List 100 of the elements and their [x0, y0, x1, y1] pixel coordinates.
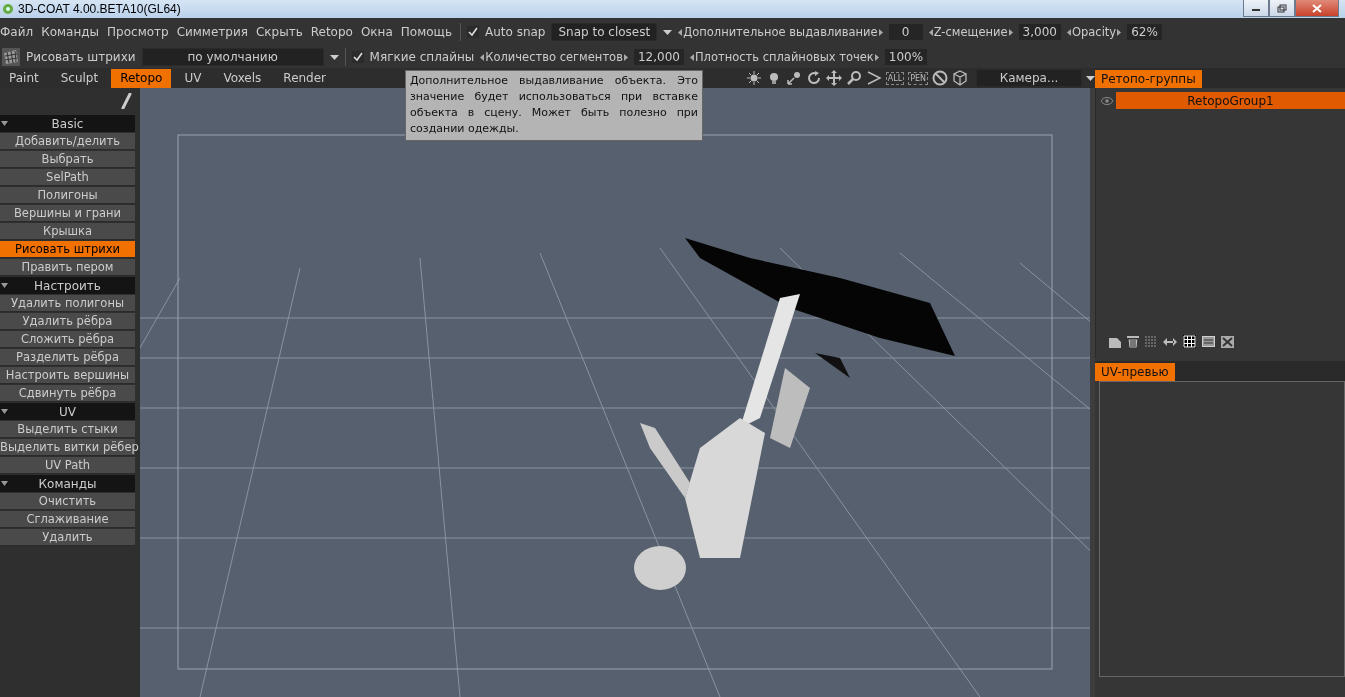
- tool-button[interactable]: Сдвинуть рёбра: [0, 385, 135, 402]
- prohibited-icon[interactable]: [932, 70, 948, 86]
- menu-item[interactable]: Симметрия: [176, 25, 248, 39]
- tool-button[interactable]: Разделить рёбра: [0, 349, 135, 366]
- left-arrow-icon[interactable]: [928, 28, 933, 36]
- light-arrow-icon[interactable]: [785, 70, 802, 86]
- parameter-field[interactable]: 100%: [884, 49, 928, 65]
- caret-icon[interactable]: [1, 283, 8, 288]
- right-arrow-icon[interactable]: [1008, 28, 1013, 36]
- window-title: 3D-COAT 4.00.BETA10(GL64): [18, 2, 181, 16]
- tool-button[interactable]: Удалить полигоны: [0, 295, 135, 312]
- section-header[interactable]: Команды: [0, 475, 135, 492]
- menu-item[interactable]: Окна: [360, 25, 393, 39]
- parameter-field[interactable]: 12,000: [633, 49, 684, 65]
- group-item[interactable]: RetopoGroup1: [1116, 92, 1345, 109]
- checkbox[interactable]: [351, 51, 364, 63]
- left-arrow-icon[interactable]: [480, 53, 485, 61]
- left-arrow-icon[interactable]: [689, 53, 694, 61]
- trash-icon[interactable]: [1127, 335, 1139, 348]
- tool-button[interactable]: Удалить: [0, 529, 135, 546]
- tool-name: Рисовать штрихи: [26, 50, 136, 64]
- grid-icon[interactable]: [1183, 335, 1196, 348]
- right-arrow-icon[interactable]: [874, 53, 879, 61]
- tool-button[interactable]: UV Path: [0, 457, 135, 474]
- rotate-icon[interactable]: [805, 70, 822, 86]
- frame-button[interactable]: PEN: [908, 71, 928, 85]
- minimize-button[interactable]: [1243, 0, 1269, 17]
- tool-button[interactable]: Рисовать штрихи: [0, 241, 135, 258]
- parameter-label: Количество сегментов: [485, 50, 623, 64]
- tool-button[interactable]: Сглаживание: [0, 511, 135, 528]
- checkbox[interactable]: [466, 26, 479, 38]
- double-arrow-icon[interactable]: [1163, 336, 1177, 347]
- caret-icon: [1086, 75, 1095, 81]
- right-arrow-icon[interactable]: [1117, 28, 1122, 36]
- right-arrow-icon[interactable]: [878, 28, 883, 36]
- section-title: UV: [59, 404, 76, 419]
- mode-tab[interactable]: Retopo: [111, 68, 172, 88]
- section-title: Настроить: [34, 278, 101, 293]
- tool-button[interactable]: Сложить рёбра: [0, 331, 135, 348]
- parameter-field[interactable]: 3,000: [1018, 24, 1061, 40]
- checkbox-label: Auto snap: [484, 25, 546, 39]
- parameter-label: Z-смещение: [933, 25, 1008, 39]
- section-header[interactable]: Basic: [0, 115, 135, 132]
- tool-button[interactable]: Полигоны: [0, 187, 135, 204]
- mode-tab[interactable]: UV: [175, 68, 211, 88]
- tool-button[interactable]: Выделить стыки: [0, 421, 135, 438]
- snap-dropdown[interactable]: Snap to closest: [551, 23, 658, 41]
- tooltip: Дополнительное выдавливание объекта. Это значение будет использоваться при вставке объекта в сцену. Может быть полезно при создании одежды.: [405, 70, 703, 141]
- move-icon[interactable]: [825, 70, 842, 86]
- menu-item[interactable]: Скрыть: [255, 25, 303, 39]
- frame-button[interactable]: ALL: [885, 71, 905, 85]
- parameter-label: Плотность сплайновых точек: [694, 50, 874, 64]
- mode-tab[interactable]: Sculpt: [51, 68, 108, 88]
- new-layer-icon[interactable]: [1109, 335, 1121, 348]
- mode-tab[interactable]: Paint: [0, 68, 48, 88]
- section-title: Basic: [51, 116, 84, 131]
- panel-tab[interactable]: UV-превью: [1095, 363, 1175, 381]
- parameter-field[interactable]: 62%: [1127, 24, 1162, 40]
- caret-icon[interactable]: [1, 481, 8, 486]
- parameter-label: Opacity: [1071, 25, 1117, 39]
- right-arrow-icon[interactable]: [623, 53, 628, 61]
- menu-item[interactable]: Retopo: [310, 25, 353, 39]
- camera-dropdown[interactable]: Камера...: [976, 69, 1082, 87]
- panel-tab[interactable]: Ретопо-группы: [1095, 70, 1202, 88]
- tool-button[interactable]: Добавить/делить: [0, 133, 135, 150]
- mode-tab[interactable]: Voxels: [214, 68, 271, 88]
- tool-button[interactable]: Настроить вершины: [0, 367, 135, 384]
- eye-icon[interactable]: [1101, 96, 1113, 105]
- parameter-field[interactable]: 0: [888, 24, 923, 40]
- menu-item[interactable]: Просмотр: [107, 25, 169, 39]
- left-arrow-icon[interactable]: [1066, 28, 1071, 36]
- restore-icon: [1277, 3, 1287, 13]
- caret-icon[interactable]: [1, 121, 8, 126]
- preset-dropdown[interactable]: по умолчанию: [141, 48, 324, 66]
- mode-tab[interactable]: Render: [274, 68, 336, 88]
- tool-button[interactable]: SelPath: [0, 169, 135, 186]
- maximize-button[interactable]: [1269, 0, 1295, 17]
- section-header[interactable]: UV: [0, 403, 135, 420]
- menu-item[interactable]: Команды: [41, 25, 100, 39]
- menu-item[interactable]: Файл: [0, 25, 34, 39]
- close-icon: [1312, 3, 1322, 13]
- cube-icon[interactable]: [952, 70, 968, 86]
- section-header[interactable]: Настроить: [0, 277, 135, 294]
- dotted-grid-icon[interactable]: [1145, 335, 1157, 348]
- tool-button[interactable]: Крышка: [0, 223, 135, 240]
- left-arrow-icon[interactable]: [678, 28, 683, 36]
- close-button[interactable]: [1295, 0, 1339, 17]
- tool-button[interactable]: Править пером: [0, 259, 135, 276]
- tool-button[interactable]: Вершины и грани: [0, 205, 135, 222]
- tool-button[interactable]: Очистить: [0, 493, 135, 510]
- tool-button[interactable]: Удалить рёбра: [0, 313, 135, 330]
- sun-icon[interactable]: [745, 70, 762, 86]
- section-title: Команды: [38, 476, 97, 491]
- menu-item[interactable]: Помощь: [400, 25, 452, 39]
- cross-icon[interactable]: [1221, 335, 1234, 348]
- zoom-icon[interactable]: [845, 70, 862, 86]
- calendar-icon[interactable]: [1202, 336, 1215, 347]
- caret-icon[interactable]: [1, 409, 8, 414]
- brush-icon: [120, 93, 132, 109]
- tool-button[interactable]: Выбрать: [0, 151, 135, 168]
